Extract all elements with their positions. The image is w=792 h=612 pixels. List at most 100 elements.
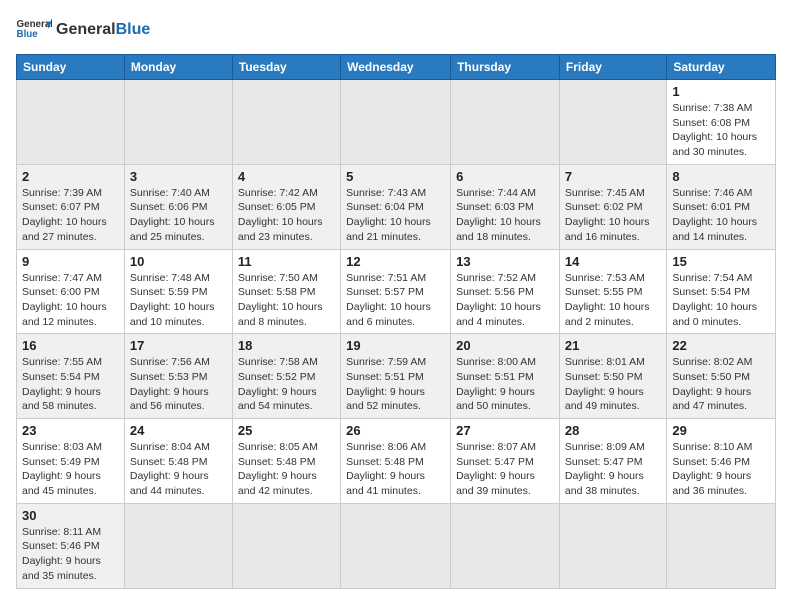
day-number: 3: [130, 169, 227, 184]
day-cell: [667, 503, 776, 588]
day-info: Sunrise: 8:05 AM Sunset: 5:48 PM Dayligh…: [238, 440, 335, 499]
day-info: Sunrise: 8:02 AM Sunset: 5:50 PM Dayligh…: [672, 355, 770, 414]
day-cell: 9 Sunrise: 7:47 AM Sunset: 6:00 PM Daylig…: [17, 249, 125, 334]
day-cell: 10 Sunrise: 7:48 AM Sunset: 5:59 PM Dayli…: [124, 249, 232, 334]
day-info: Sunrise: 7:40 AM Sunset: 6:06 PM Dayligh…: [130, 186, 227, 245]
day-number: 11: [238, 254, 335, 269]
day-number: 23: [22, 423, 119, 438]
day-number: 27: [456, 423, 554, 438]
day-info: Sunrise: 7:46 AM Sunset: 6:01 PM Dayligh…: [672, 186, 770, 245]
day-cell: 25 Sunrise: 8:05 AM Sunset: 5:48 PM Dayli…: [232, 419, 340, 504]
day-number: 30: [22, 508, 119, 523]
logo: General Blue GeneralBlue: [16, 16, 150, 44]
day-info: Sunrise: 8:10 AM Sunset: 5:46 PM Dayligh…: [672, 440, 770, 499]
day-cell: 1 Sunrise: 7:38 AM Sunset: 6:08 PM Daylig…: [667, 80, 776, 165]
day-info: Sunrise: 8:07 AM Sunset: 5:47 PM Dayligh…: [456, 440, 554, 499]
day-number: 4: [238, 169, 335, 184]
weekday-header-sunday: Sunday: [17, 55, 125, 80]
day-info: Sunrise: 7:56 AM Sunset: 5:53 PM Dayligh…: [130, 355, 227, 414]
svg-text:Blue: Blue: [17, 29, 39, 40]
day-cell: 16 Sunrise: 7:55 AM Sunset: 5:54 PM Dayli…: [17, 334, 125, 419]
day-cell: 28 Sunrise: 8:09 AM Sunset: 5:47 PM Dayli…: [559, 419, 666, 504]
day-cell: 24 Sunrise: 8:04 AM Sunset: 5:48 PM Dayli…: [124, 419, 232, 504]
day-cell: 21 Sunrise: 8:01 AM Sunset: 5:50 PM Dayli…: [559, 334, 666, 419]
day-cell: 7 Sunrise: 7:45 AM Sunset: 6:02 PM Daylig…: [559, 164, 666, 249]
day-info: Sunrise: 8:03 AM Sunset: 5:49 PM Dayligh…: [22, 440, 119, 499]
day-cell: [559, 80, 666, 165]
week-row-2: 2Sunrise: 7:39 AM Sunset: 6:07 PM Daylig…: [17, 164, 776, 249]
logo-blue: Blue: [116, 21, 151, 38]
day-number: 9: [22, 254, 119, 269]
day-cell: 22Sunrise: 8:02 AM Sunset: 5:50 PM Dayli…: [667, 334, 776, 419]
week-row-6: 30Sunrise: 8:11 AM Sunset: 5:46 PM Dayli…: [17, 503, 776, 588]
day-number: 18: [238, 338, 335, 353]
day-info: Sunrise: 7:47 AM Sunset: 6:00 PM Dayligh…: [22, 271, 119, 330]
day-cell: 18 Sunrise: 7:58 AM Sunset: 5:52 PM Dayli…: [232, 334, 340, 419]
day-number: 25: [238, 423, 335, 438]
day-number: 24: [130, 423, 227, 438]
day-cell: 20Sunrise: 8:00 AM Sunset: 5:51 PM Dayli…: [451, 334, 560, 419]
day-number: 5: [346, 169, 445, 184]
day-info: Sunrise: 7:53 AM Sunset: 5:55 PM Dayligh…: [565, 271, 661, 330]
day-info: Sunrise: 7:55 AM Sunset: 5:54 PM Dayligh…: [22, 355, 119, 414]
day-number: 13: [456, 254, 554, 269]
weekday-header-monday: Monday: [124, 55, 232, 80]
day-number: 10: [130, 254, 227, 269]
week-row-3: 9 Sunrise: 7:47 AM Sunset: 6:00 PM Daylig…: [17, 249, 776, 334]
day-number: 16: [22, 338, 119, 353]
day-info: Sunrise: 7:48 AM Sunset: 5:59 PM Dayligh…: [130, 271, 227, 330]
day-cell: 13 Sunrise: 7:52 AM Sunset: 5:56 PM Dayli…: [451, 249, 560, 334]
day-cell: 8 Sunrise: 7:46 AM Sunset: 6:01 PM Daylig…: [667, 164, 776, 249]
day-info: Sunrise: 8:09 AM Sunset: 5:47 PM Dayligh…: [565, 440, 661, 499]
logo-icon: General Blue: [16, 16, 52, 44]
day-cell: [124, 503, 232, 588]
day-number: 8: [672, 169, 770, 184]
day-cell: 17 Sunrise: 7:56 AM Sunset: 5:53 PM Dayli…: [124, 334, 232, 419]
day-info: Sunrise: 8:04 AM Sunset: 5:48 PM Dayligh…: [130, 440, 227, 499]
day-cell: 14 Sunrise: 7:53 AM Sunset: 5:55 PM Dayli…: [559, 249, 666, 334]
day-info: Sunrise: 7:50 AM Sunset: 5:58 PM Dayligh…: [238, 271, 335, 330]
day-cell: 19Sunrise: 7:59 AM Sunset: 5:51 PM Dayli…: [341, 334, 451, 419]
day-cell: 2Sunrise: 7:39 AM Sunset: 6:07 PM Daylig…: [17, 164, 125, 249]
header: General Blue GeneralBlue: [16, 16, 776, 44]
day-cell: [559, 503, 666, 588]
day-number: 6: [456, 169, 554, 184]
day-cell: [341, 503, 451, 588]
day-cell: [451, 503, 560, 588]
day-number: 14: [565, 254, 661, 269]
day-info: Sunrise: 7:58 AM Sunset: 5:52 PM Dayligh…: [238, 355, 335, 414]
weekday-header-row: SundayMondayTuesdayWednesdayThursdayFrid…: [17, 55, 776, 80]
day-info: Sunrise: 8:06 AM Sunset: 5:48 PM Dayligh…: [346, 440, 445, 499]
day-cell: 6Sunrise: 7:44 AM Sunset: 6:03 PM Daylig…: [451, 164, 560, 249]
day-cell: [17, 80, 125, 165]
day-number: 17: [130, 338, 227, 353]
day-cell: [451, 80, 560, 165]
day-info: Sunrise: 8:01 AM Sunset: 5:50 PM Dayligh…: [565, 355, 661, 414]
day-info: Sunrise: 7:52 AM Sunset: 5:56 PM Dayligh…: [456, 271, 554, 330]
day-cell: 29 Sunrise: 8:10 AM Sunset: 5:46 PM Dayli…: [667, 419, 776, 504]
day-info: Sunrise: 7:43 AM Sunset: 6:04 PM Dayligh…: [346, 186, 445, 245]
day-cell: 11 Sunrise: 7:50 AM Sunset: 5:58 PM Dayli…: [232, 249, 340, 334]
day-cell: [232, 503, 340, 588]
day-cell: 15Sunrise: 7:54 AM Sunset: 5:54 PM Dayli…: [667, 249, 776, 334]
day-cell: 23 Sunrise: 8:03 AM Sunset: 5:49 PM Dayli…: [17, 419, 125, 504]
day-cell: 30Sunrise: 8:11 AM Sunset: 5:46 PM Dayli…: [17, 503, 125, 588]
day-number: 15: [672, 254, 770, 269]
day-cell: 26 Sunrise: 8:06 AM Sunset: 5:48 PM Dayli…: [341, 419, 451, 504]
day-info: Sunrise: 7:38 AM Sunset: 6:08 PM Dayligh…: [672, 101, 770, 160]
weekday-header-saturday: Saturday: [667, 55, 776, 80]
day-number: 7: [565, 169, 661, 184]
day-cell: [124, 80, 232, 165]
day-number: 26: [346, 423, 445, 438]
day-info: Sunrise: 7:45 AM Sunset: 6:02 PM Dayligh…: [565, 186, 661, 245]
day-number: 28: [565, 423, 661, 438]
calendar-table: SundayMondayTuesdayWednesdayThursdayFrid…: [16, 54, 776, 589]
week-row-1: 1 Sunrise: 7:38 AM Sunset: 6:08 PM Daylig…: [17, 80, 776, 165]
day-number: 20: [456, 338, 554, 353]
day-number: 12: [346, 254, 445, 269]
day-cell: 3 Sunrise: 7:40 AM Sunset: 6:06 PM Daylig…: [124, 164, 232, 249]
day-number: 1: [672, 84, 770, 99]
day-number: 21: [565, 338, 661, 353]
weekday-header-friday: Friday: [559, 55, 666, 80]
day-number: 29: [672, 423, 770, 438]
